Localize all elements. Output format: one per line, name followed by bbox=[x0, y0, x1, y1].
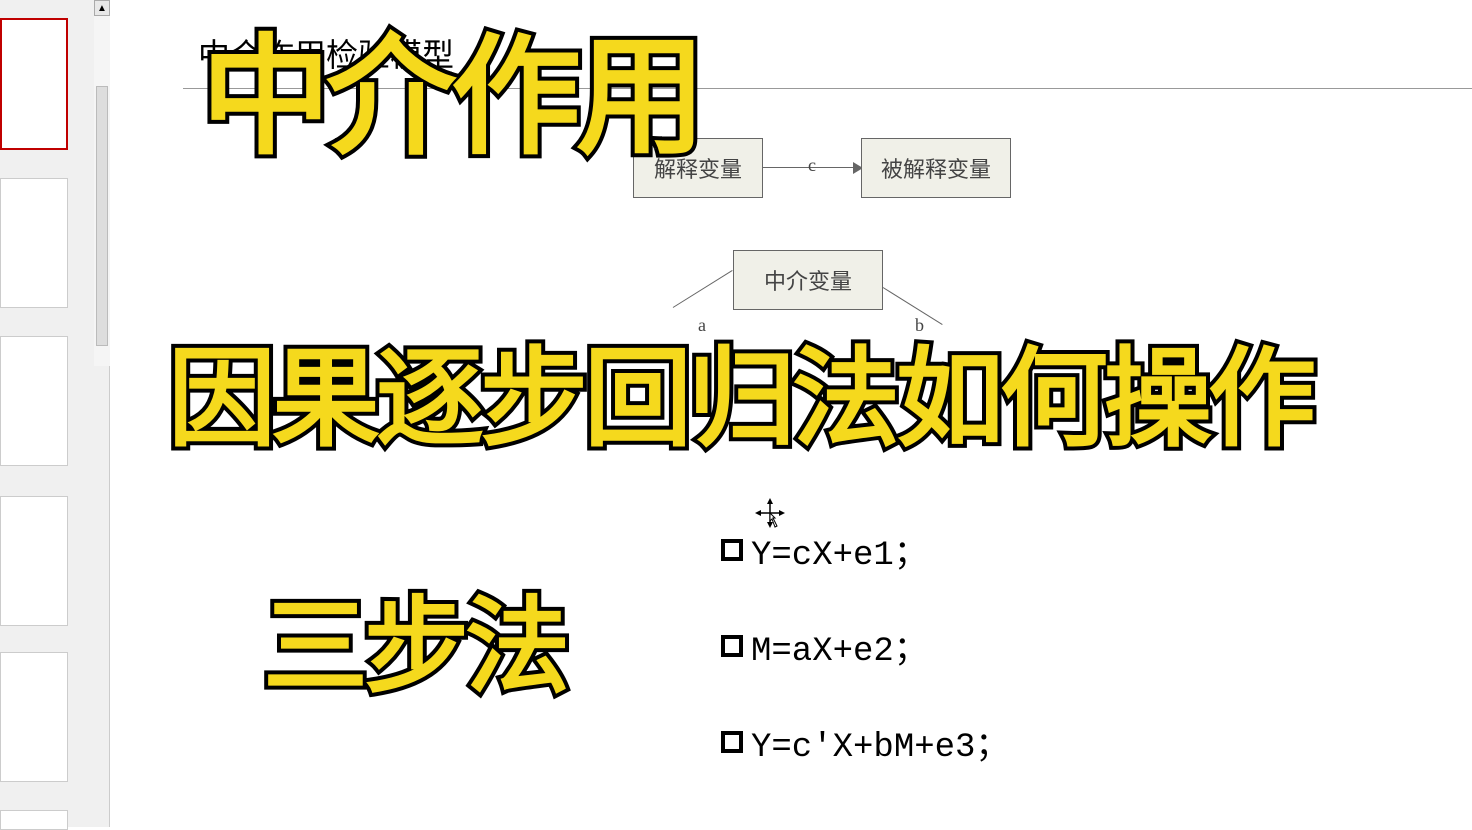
overlay-title-howto: 因果逐步回归法如何操作 bbox=[168, 345, 1312, 453]
slide-thumbnail-3[interactable] bbox=[0, 336, 68, 466]
arrow-label-c: c bbox=[808, 155, 816, 176]
slide-thumbnail-4[interactable] bbox=[0, 496, 68, 626]
diagram-box-mediator-label: 中介变量 bbox=[764, 264, 852, 296]
equation-item-3[interactable]: Y=c'X+bM+e3； bbox=[721, 717, 1009, 767]
scroll-up-button[interactable]: ▲ bbox=[94, 0, 110, 16]
overlay-title-mediation: 中介作用 bbox=[201, 32, 701, 162]
equation-item-2[interactable]: M=aX+e2； bbox=[721, 621, 1009, 671]
slide-thumbnail-1[interactable] bbox=[0, 18, 68, 150]
slide-thumbnail-6[interactable] bbox=[0, 810, 68, 830]
equation-text-2: M=aX+e2； bbox=[751, 621, 928, 671]
equation-list[interactable]: Y=cX+e1； M=aX+e2； Y=c'X+bM+e3； bbox=[721, 525, 1009, 813]
thumbnail-panel: ▲ bbox=[0, 0, 110, 827]
arrow-label-a: a bbox=[698, 315, 706, 336]
arrow-label-b: b bbox=[915, 315, 924, 336]
equation-item-1[interactable]: Y=cX+e1； bbox=[721, 525, 1009, 575]
bullet-icon bbox=[721, 635, 743, 657]
arrow-b-line bbox=[883, 287, 943, 325]
bullet-icon bbox=[721, 539, 743, 561]
diagram-box-mediator[interactable]: 中介变量 bbox=[733, 250, 883, 310]
slide-thumbnail-2[interactable] bbox=[0, 178, 68, 308]
scroll-up-icon: ▲ bbox=[97, 3, 107, 14]
bullet-icon bbox=[721, 731, 743, 753]
overlay-title-three-step: 三步法 bbox=[263, 595, 566, 700]
equation-text-1: Y=cX+e1； bbox=[751, 525, 928, 575]
slide-canvas[interactable]: 中介作用检验模型 解释变量 c 被解释变量 中介变量 a b 中介作用 因果逐步… bbox=[183, 0, 1472, 827]
diagram-box-explained[interactable]: 被解释变量 bbox=[861, 138, 1011, 198]
scrollbar-track[interactable] bbox=[94, 16, 110, 366]
arrow-a-line bbox=[673, 270, 733, 308]
slide-thumbnail-5[interactable] bbox=[0, 652, 68, 782]
diagram-box-explained-label: 被解释变量 bbox=[881, 152, 991, 184]
equation-text-3: Y=c'X+bM+e3； bbox=[751, 717, 1009, 767]
scrollbar-thumb[interactable] bbox=[96, 86, 108, 346]
